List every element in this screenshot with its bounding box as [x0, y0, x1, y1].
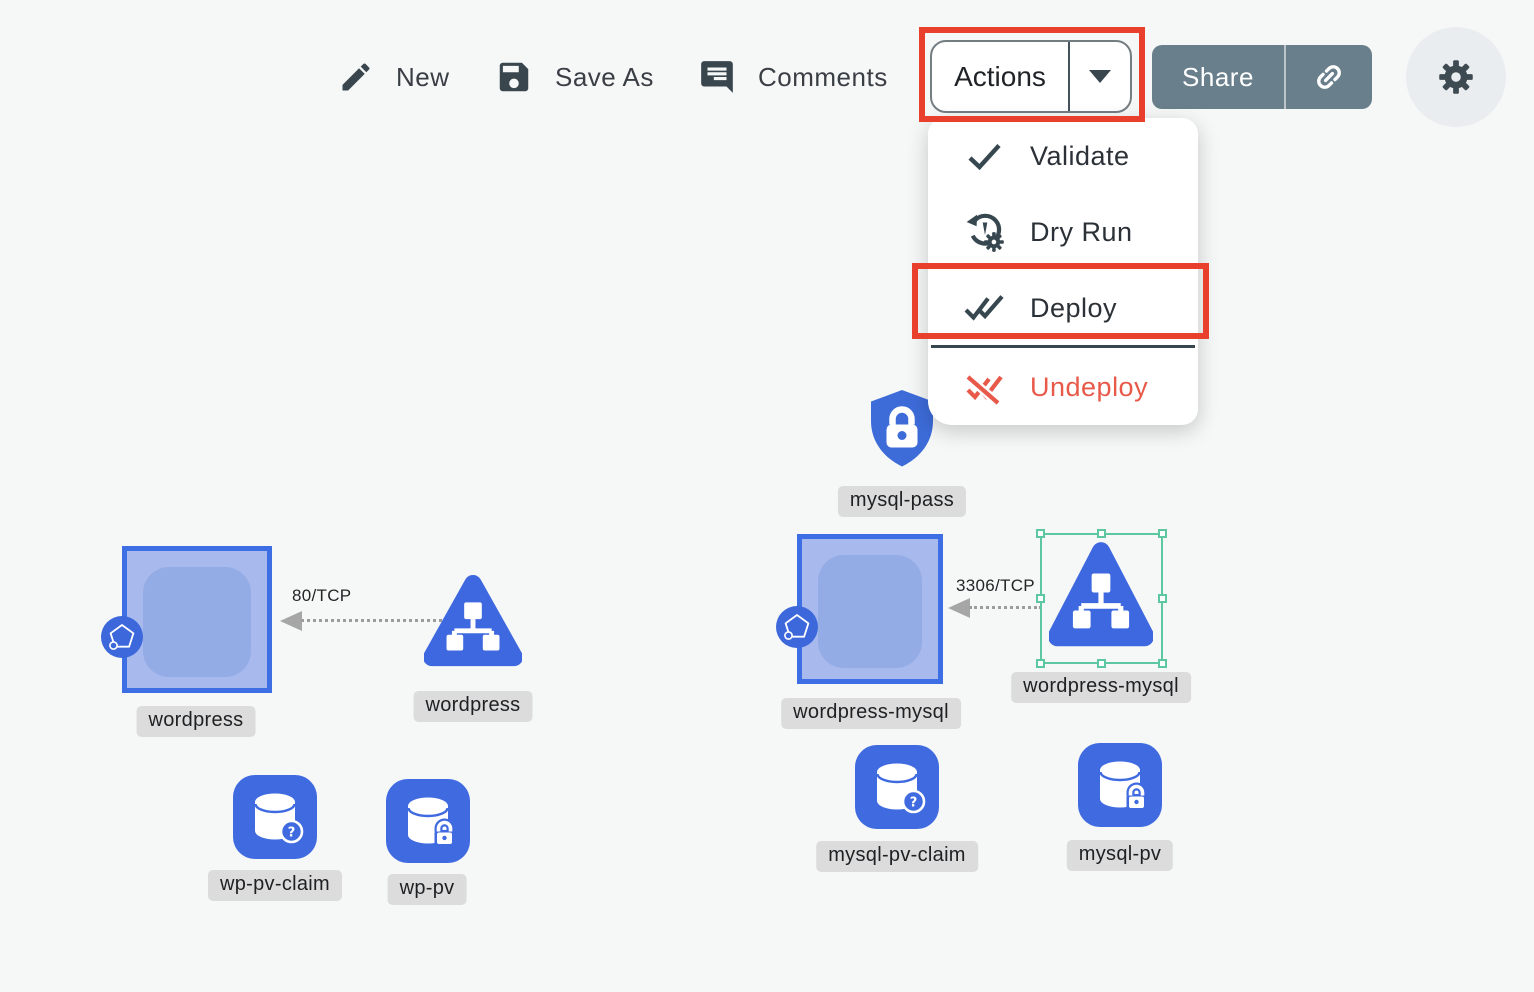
arrowhead-icon	[948, 598, 970, 618]
edge-wordpress-service-to-deployment	[280, 611, 443, 633]
new-button[interactable]: New	[338, 59, 450, 95]
node-label: mysql-pv-claim	[816, 841, 978, 872]
edge-port-label: 80/TCP	[292, 586, 351, 606]
dotted-connector	[969, 606, 1042, 609]
node-label: wordpress-mysql	[1011, 672, 1191, 703]
share-button[interactable]: Share	[1152, 45, 1372, 109]
actions-label: Actions	[932, 61, 1068, 93]
menu-item-label: Dry Run	[1030, 217, 1133, 248]
database-question-icon: ?	[233, 775, 317, 859]
menu-item-validate[interactable]: Validate	[928, 118, 1198, 194]
pod-badge-icon	[775, 605, 819, 649]
link-icon	[1311, 59, 1347, 95]
database-question-icon: ?	[855, 745, 939, 829]
settings-button[interactable]	[1406, 27, 1506, 127]
arrowhead-icon	[280, 611, 302, 631]
double-check-slash-icon	[962, 370, 1008, 406]
actions-button[interactable]: Actions	[930, 40, 1132, 113]
node-label: mysql-pass	[838, 486, 966, 517]
resize-handle[interactable]	[1036, 529, 1045, 538]
menu-item-label: Deploy	[1030, 293, 1117, 324]
comments-label: Comments	[758, 62, 888, 93]
chevron-down-icon	[1089, 70, 1111, 83]
node-label: wordpress	[414, 691, 533, 722]
copy-link-button[interactable]	[1286, 59, 1372, 95]
deployment-inner-pane	[818, 555, 922, 668]
actions-dropdown-toggle[interactable]	[1070, 70, 1130, 83]
node-wordpress-deployment[interactable]	[122, 546, 272, 693]
menu-item-label: Undeploy	[1030, 372, 1148, 403]
app-canvas: New Save As Comments Actions Share	[0, 0, 1534, 992]
deployment-inner-pane	[143, 567, 251, 677]
save-icon	[495, 58, 533, 96]
resize-handle[interactable]	[1158, 529, 1167, 538]
double-check-icon	[962, 293, 1008, 323]
menu-divider	[931, 345, 1195, 348]
menu-item-dry-run[interactable]: Dry Run	[928, 194, 1198, 270]
save-as-button[interactable]: Save As	[495, 58, 654, 96]
resize-handle[interactable]	[1158, 659, 1167, 668]
node-wordpress-mysql-deployment[interactable]	[797, 534, 943, 684]
new-label: New	[396, 62, 450, 93]
menu-item-undeploy[interactable]: Undeploy	[928, 350, 1198, 425]
node-mysql-pv-claim[interactable]: ?	[855, 745, 939, 829]
actions-dropdown-menu: Validate	[928, 118, 1198, 425]
edge-port-label: 3306/TCP	[956, 576, 1035, 596]
node-label: wp-pv-claim	[208, 870, 342, 901]
resize-handle[interactable]	[1036, 659, 1045, 668]
resize-handle[interactable]	[1036, 594, 1045, 603]
check-icon	[962, 141, 1008, 171]
pencil-icon	[338, 59, 374, 95]
svg-text:?: ?	[910, 796, 918, 811]
node-label: wordpress	[137, 706, 256, 737]
share-label: Share	[1152, 62, 1284, 93]
resize-handle[interactable]	[1097, 659, 1106, 668]
node-label: mysql-pv	[1067, 840, 1173, 871]
gear-icon	[1433, 54, 1479, 100]
dotted-connector	[301, 619, 442, 622]
history-gear-icon	[962, 211, 1008, 253]
node-label: wordpress-mysql	[781, 698, 961, 729]
node-label: wp-pv	[388, 874, 467, 905]
svg-text:?: ?	[288, 826, 296, 841]
node-wp-pv-claim[interactable]: ?	[233, 775, 317, 859]
menu-item-label: Validate	[1030, 141, 1130, 172]
menu-item-deploy[interactable]: Deploy	[928, 270, 1198, 346]
edge-mysql-service-to-deployment	[948, 598, 1043, 620]
database-lock-icon	[1078, 743, 1162, 827]
pod-badge-icon	[100, 615, 144, 659]
database-lock-icon	[386, 779, 470, 863]
selection-frame	[1040, 533, 1163, 664]
resize-handle[interactable]	[1097, 529, 1106, 538]
comments-icon	[698, 58, 736, 96]
node-wp-pv[interactable]	[386, 779, 470, 863]
node-mysql-pv[interactable]	[1078, 743, 1162, 827]
save-as-label: Save As	[555, 62, 654, 93]
resize-handle[interactable]	[1158, 594, 1167, 603]
comments-button[interactable]: Comments	[698, 58, 888, 96]
